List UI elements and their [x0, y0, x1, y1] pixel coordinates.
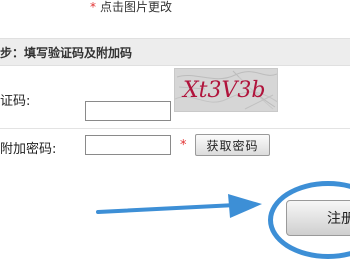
captcha-refresh-hint: * 点击图片更改: [90, 0, 172, 15]
extra-password-input[interactable]: [85, 135, 171, 155]
captcha-image[interactable]: Xt3V3b: [174, 68, 278, 112]
step-title: 步：填写验证码及附加码: [0, 46, 133, 60]
page: * 点击图片更改 步：填写验证码及附加码 证码: Xt3V3b 附加密码: * 获…: [0, 0, 350, 260]
arrow-icon: [96, 194, 262, 218]
captcha-label: 证码:: [0, 94, 31, 109]
highlight-circle: [268, 181, 350, 259]
row-divider: [0, 128, 350, 129]
required-star: *: [180, 138, 187, 153]
captcha-image-graphic: Xt3V3b: [175, 69, 277, 111]
captcha-refresh-hint-text: 点击图片更改: [100, 0, 173, 14]
get-password-button[interactable]: 获取密码: [195, 134, 270, 156]
captcha-input[interactable]: [85, 101, 171, 121]
extra-password-label: 附加密码:: [0, 142, 57, 157]
captcha-text: Xt3V3b: [181, 78, 265, 103]
required-star: *: [90, 0, 96, 14]
step-header: 步：填写验证码及附加码: [0, 38, 350, 66]
